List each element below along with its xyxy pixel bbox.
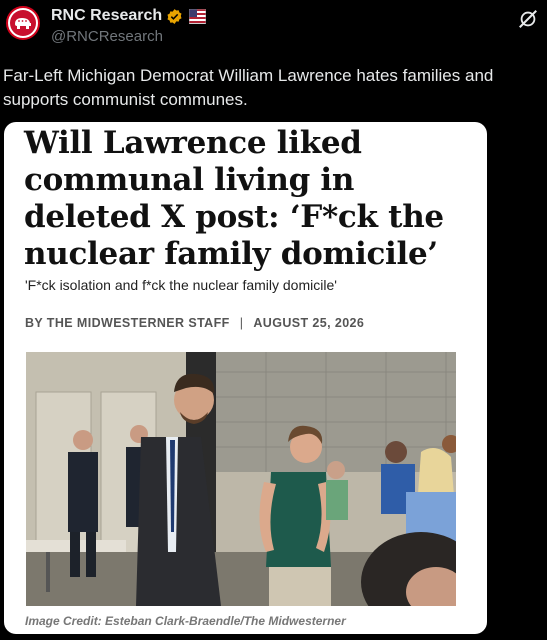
byline-author: BY THE MIDWESTERNER STAFF bbox=[25, 316, 230, 330]
avatar[interactable] bbox=[6, 6, 40, 40]
article-photo bbox=[26, 352, 456, 606]
rnc-elephant-icon bbox=[10, 10, 36, 36]
tweet-header: RNC Research @RNCResearch bbox=[0, 0, 547, 60]
byline-date: AUGUST 25, 2026 bbox=[253, 316, 365, 330]
article-headline: Will Lawrence liked communal living in d… bbox=[24, 125, 444, 272]
article-byline: BY THE MIDWESTERNER STAFF | AUGUST 25, 2… bbox=[25, 316, 364, 330]
byline-separator: | bbox=[239, 316, 244, 330]
article-subheadline: 'F*ck isolation and f*ck the nuclear fam… bbox=[25, 277, 337, 293]
author-name[interactable]: RNC Research bbox=[51, 7, 162, 25]
verified-badge-icon bbox=[167, 8, 182, 24]
author-handle[interactable]: @RNCResearch bbox=[51, 28, 163, 45]
image-credit: Image Credit: Esteban Clark-Braendle/The… bbox=[25, 614, 346, 628]
article-card[interactable]: Will Lawrence liked communal living in d… bbox=[4, 122, 487, 634]
tweet-text: Far-Left Michigan Democrat William Lawre… bbox=[3, 66, 494, 109]
grok-icon[interactable] bbox=[517, 8, 539, 30]
us-flag-icon bbox=[189, 8, 207, 24]
